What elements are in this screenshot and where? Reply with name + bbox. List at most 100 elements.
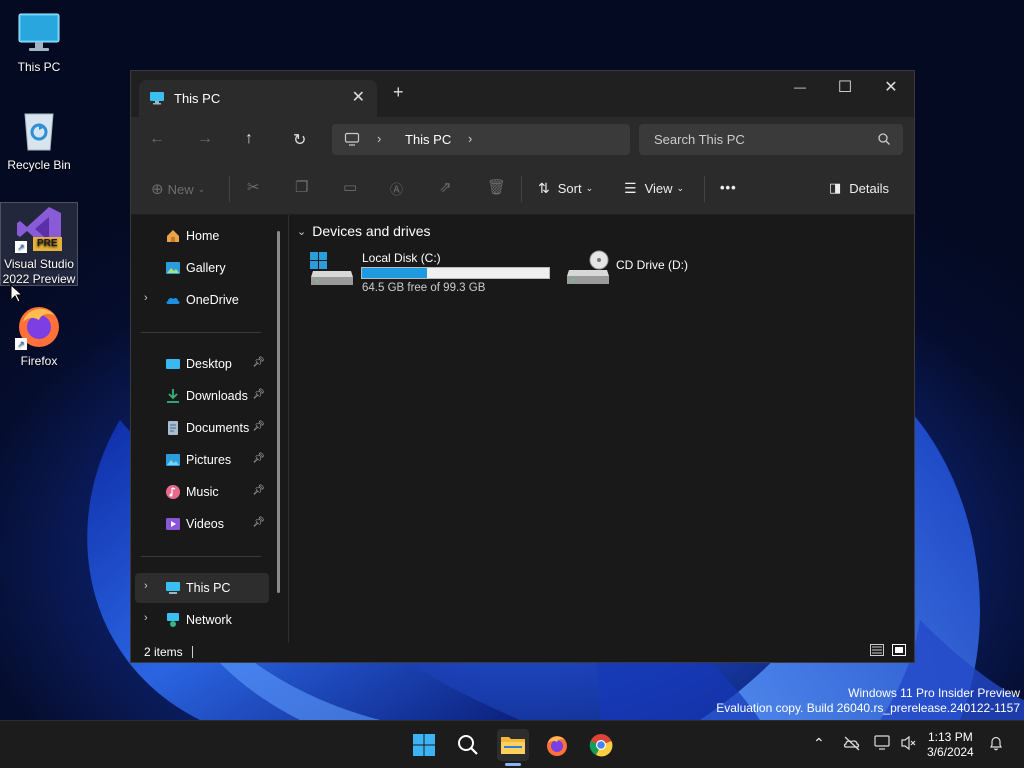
- chevron-right-icon[interactable]: ›: [144, 580, 148, 592]
- clock[interactable]: 1:13 PM 3/6/2024: [927, 730, 974, 760]
- hard-drive-icon: [309, 251, 355, 290]
- toolbar-divider: [229, 176, 230, 202]
- start-button[interactable]: [408, 729, 440, 761]
- tab-this-pc[interactable]: This PC ✕: [139, 80, 377, 117]
- address-bar[interactable]: › This PC ›: [332, 124, 630, 155]
- chevron-right-icon[interactable]: ›: [377, 131, 381, 146]
- show-hidden-icons-chevron-up-icon[interactable]: ⌃: [813, 735, 825, 752]
- search-button[interactable]: [452, 729, 484, 761]
- network-icon: [165, 612, 181, 628]
- sidebar-item-label: Network: [186, 613, 232, 627]
- firefox-icon: [547, 736, 567, 756]
- sidebar-item-documents[interactable]: Documents 📌︎: [135, 413, 269, 443]
- drive-name: CD Drive (D:): [616, 258, 688, 272]
- sidebar-item-music[interactable]: Music 📌︎: [135, 477, 269, 507]
- navigation-pane: Home Gallery › OneDrive Desktop 📌︎ Downl…: [131, 215, 283, 643]
- network-monitor-icon[interactable]: [874, 735, 892, 754]
- content-pane: ⌄ Devices and drives Local Disk (C:) 64.…: [289, 215, 914, 643]
- close-tab-icon[interactable]: ✕: [352, 87, 365, 107]
- large-icons-view-icon[interactable]: [892, 644, 906, 656]
- download-arrow-icon: [165, 388, 181, 404]
- sidebar-item-downloads[interactable]: Downloads 📌︎: [135, 381, 269, 411]
- chevron-down-icon: ⌄: [297, 225, 307, 238]
- visual-studio-icon: PRE ↗: [15, 205, 63, 253]
- share-icon[interactable]: ⇗: [439, 178, 452, 196]
- chevron-right-icon[interactable]: ›: [144, 612, 148, 624]
- windows-logo-icon: [413, 734, 435, 756]
- drive-item-c[interactable]: Local Disk (C:) 64.5 GB free of 99.3 GB: [309, 249, 551, 299]
- close-window-button[interactable]: ✕: [876, 77, 906, 97]
- pre-badge: PRE: [33, 237, 62, 251]
- forward-arrow-icon[interactable]: →: [197, 130, 213, 148]
- rename-icon[interactable]: Ⓐ: [390, 179, 403, 198]
- minimize-button[interactable]: —: [785, 80, 815, 94]
- sidebar-item-label: Downloads: [186, 389, 248, 403]
- breadcrumb-this-pc[interactable]: This PC: [405, 132, 451, 147]
- desktop-icon-visual-studio[interactable]: PRE ↗ Visual Studio 2022 Preview: [0, 202, 78, 286]
- folder-icon: [501, 737, 525, 754]
- details-pane-icon: ◨: [829, 180, 842, 195]
- chevron-right-icon[interactable]: ›: [468, 131, 472, 146]
- sidebar-scrollbar[interactable]: [277, 231, 280, 593]
- sort-label: Sort: [557, 181, 582, 196]
- clock-date: 3/6/2024: [927, 745, 974, 759]
- view-button[interactable]: ☰ View ⌄: [624, 180, 684, 197]
- desktop-icon-this-pc[interactable]: This PC: [0, 8, 78, 74]
- chrome-taskbar-button[interactable]: [585, 729, 617, 761]
- sort-button[interactable]: ⇅ Sort ⌄: [538, 180, 593, 197]
- desktop-icon-recycle-bin[interactable]: Recycle Bin: [0, 106, 78, 172]
- command-bar: ⊕ New ⌄ ✂ ❐ ▭ Ⓐ ⇗ 🗑︎ ⇅ Sort ⌄ ☰ View ⌄ •…: [131, 163, 914, 215]
- back-arrow-icon[interactable]: ←: [149, 130, 165, 148]
- active-app-indicator: [505, 763, 521, 766]
- sidebar-item-label: Gallery: [186, 261, 226, 275]
- sidebar-item-desktop[interactable]: Desktop 📌︎: [135, 349, 269, 379]
- desktop-icon-label: Recycle Bin: [7, 158, 71, 172]
- gallery-icon: [165, 260, 181, 276]
- sidebar-item-gallery[interactable]: Gallery: [135, 253, 269, 283]
- refresh-icon[interactable]: ↻: [293, 130, 306, 150]
- desktop-icon-firefox[interactable]: ↗ Firefox: [0, 302, 78, 368]
- drive-usage-bar: [361, 267, 550, 279]
- sidebar-item-onedrive[interactable]: › OneDrive: [135, 285, 269, 315]
- delete-icon[interactable]: 🗑︎: [487, 178, 506, 196]
- sidebar-item-label: OneDrive: [186, 293, 239, 307]
- evaluation-watermark: Windows 11 Pro Insider Preview Evaluatio…: [716, 686, 1020, 716]
- sidebar-item-this-pc[interactable]: › This PC: [135, 573, 269, 603]
- paste-icon[interactable]: ▭: [343, 178, 357, 196]
- view-icon: ☰: [624, 180, 637, 196]
- onedrive-offline-icon[interactable]: [843, 735, 861, 754]
- document-icon: [165, 420, 181, 436]
- details-view-icon[interactable]: [870, 644, 884, 656]
- sidebar-item-network[interactable]: › Network: [135, 605, 269, 635]
- more-options-button[interactable]: •••: [720, 180, 737, 195]
- desktop-icon-label: Firefox: [20, 354, 58, 368]
- new-label: New: [167, 181, 194, 197]
- file-explorer-taskbar-button[interactable]: [497, 729, 529, 761]
- drive-usage-fill: [362, 268, 428, 278]
- sidebar-item-label: Desktop: [186, 357, 232, 371]
- chevron-right-icon[interactable]: ›: [144, 292, 148, 304]
- notification-bell-icon[interactable]: [988, 735, 1004, 754]
- cut-icon[interactable]: ✂: [247, 178, 260, 196]
- search-icon: [458, 735, 478, 755]
- shortcut-arrow-icon: ↗: [15, 338, 27, 350]
- maximize-button[interactable]: ☐: [830, 77, 860, 97]
- up-arrow-icon[interactable]: ↑: [245, 130, 253, 148]
- details-button[interactable]: ◨ Details: [829, 180, 889, 196]
- new-tab-button[interactable]: +: [393, 82, 404, 103]
- watermark-line-1: Windows 11 Pro Insider Preview: [848, 686, 1020, 700]
- watermark-line-2: Evaluation copy. Build 26040.rs_prerelea…: [716, 701, 1020, 715]
- sidebar-item-label: This PC: [186, 581, 231, 595]
- volume-muted-icon[interactable]: [900, 735, 918, 754]
- sidebar-item-videos[interactable]: Videos 📌︎: [135, 509, 269, 539]
- sidebar-item-pictures[interactable]: Pictures 📌︎: [135, 445, 269, 475]
- group-header[interactable]: ⌄ Devices and drives: [297, 223, 431, 239]
- copy-icon[interactable]: ❐: [295, 178, 308, 196]
- drive-item-d[interactable]: CD Drive (D:): [565, 249, 715, 289]
- firefox-taskbar-button[interactable]: [541, 729, 573, 761]
- new-button[interactable]: ⊕ New ⌄: [151, 180, 205, 198]
- chevron-down-icon: ⌄: [197, 183, 206, 194]
- chevron-down-icon: ⌄: [585, 183, 594, 193]
- sidebar-item-home[interactable]: Home: [135, 221, 269, 251]
- search-box[interactable]: Search This PC: [639, 124, 903, 155]
